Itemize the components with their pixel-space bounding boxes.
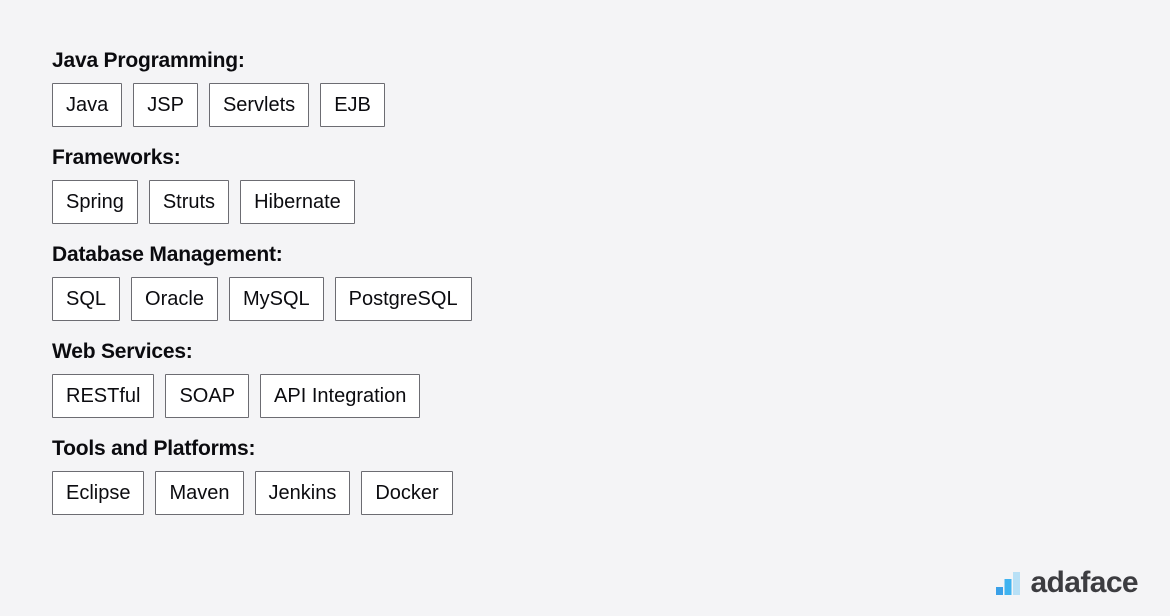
skill-group-heading: Web Services: xyxy=(52,340,193,363)
skill-chip[interactable]: EJB xyxy=(320,83,385,127)
skill-chip[interactable]: API Integration xyxy=(260,374,421,418)
skill-chip[interactable]: Hibernate xyxy=(240,180,355,224)
skill-group: Java Programming: Java JSP Servlets EJB xyxy=(52,48,1112,127)
skill-chip[interactable]: Eclipse xyxy=(52,471,145,515)
skill-group-heading: Java Programming: xyxy=(52,49,245,72)
skill-chip[interactable]: MySQL xyxy=(228,277,324,321)
skill-group: Frameworks: Spring Struts Hibernate xyxy=(52,145,1112,224)
skill-group: Tools and Platforms: Eclipse Maven Jenkins D… xyxy=(52,436,1112,515)
skill-chip[interactable]: Java xyxy=(52,83,123,127)
skill-chip[interactable]: Maven xyxy=(155,471,244,515)
skill-chip-row: Java JSP Servlets EJB xyxy=(52,83,1112,127)
skill-chip-row: RESTful SOAP API Integration xyxy=(52,374,1112,418)
skills-panel: Java Programming: Java JSP Servlets EJB Frame… xyxy=(52,48,1112,533)
skill-chip-row: SQL Oracle MySQL PostgreSQL xyxy=(52,277,1112,321)
skill-chip[interactable]: Jenkins xyxy=(254,471,351,515)
skill-chip[interactable]: RESTful xyxy=(52,374,155,418)
skill-chip[interactable]: Servlets xyxy=(208,83,310,127)
skill-chip[interactable]: JSP xyxy=(133,83,198,127)
skill-group-heading: Database Management: xyxy=(52,243,283,266)
skill-group-heading: Frameworks: xyxy=(52,146,181,169)
adaface-logo: adaface xyxy=(995,566,1139,599)
skill-chip[interactable]: SOAP xyxy=(165,374,250,418)
bar-chart-logo-icon xyxy=(996,572,1021,595)
skill-chip-row: Spring Struts Hibernate xyxy=(52,180,1112,224)
skill-chip[interactable]: Spring xyxy=(52,180,138,224)
skill-group: Database Management: SQL Oracle MySQL Postgr… xyxy=(52,242,1112,321)
skill-group-heading: Tools and Platforms: xyxy=(52,437,256,460)
skill-chip[interactable]: Docker xyxy=(361,471,453,515)
skill-chip-row: Eclipse Maven Jenkins Docker xyxy=(52,471,1112,515)
adaface-wordmark: adaface xyxy=(1030,566,1138,599)
skill-chip[interactable]: Oracle xyxy=(131,277,218,321)
skill-group: Web Services: RESTful SOAP API Integration xyxy=(52,339,1112,418)
skill-chip[interactable]: Struts xyxy=(148,180,230,224)
skill-chip[interactable]: PostgreSQL xyxy=(334,277,472,321)
skill-chip[interactable]: SQL xyxy=(52,277,121,321)
